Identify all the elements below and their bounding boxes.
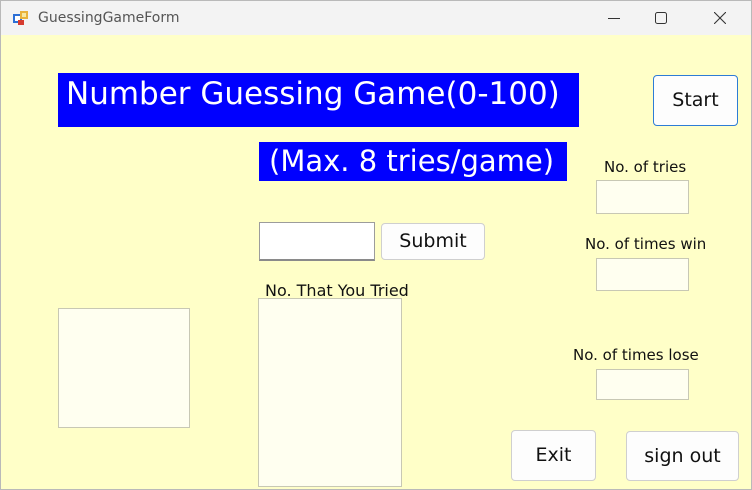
tries-count-box	[596, 180, 689, 214]
wins-label: No. of times win	[585, 235, 707, 253]
maximize-icon	[655, 12, 667, 24]
wins-count-box	[596, 258, 689, 291]
title-bar: GuessingGameForm	[1, 1, 751, 35]
minimize-button[interactable]	[591, 1, 637, 35]
close-button[interactable]	[697, 1, 743, 35]
game-subtitle: (Max. 8 tries/game)	[259, 142, 567, 181]
submit-button[interactable]: Submit	[381, 223, 485, 260]
loses-count-box	[596, 369, 689, 400]
game-title: Number Guessing Game(0-100)	[58, 73, 579, 127]
minimize-icon	[608, 18, 620, 19]
guess-input[interactable]	[259, 222, 375, 261]
guessing-game-window: GuessingGameForm Number Guessing Game(0-…	[0, 0, 752, 490]
maximize-button[interactable]	[638, 1, 684, 35]
exit-button[interactable]: Exit	[511, 430, 596, 481]
tries-label: No. of tries	[604, 158, 687, 176]
loses-label: No. of times lose	[573, 346, 699, 364]
close-icon	[714, 12, 726, 24]
tried-numbers-list	[258, 298, 402, 487]
form-client-area: Number Guessing Game(0-100) (Max. 8 trie…	[1, 35, 751, 489]
sign-out-button[interactable]: sign out	[626, 431, 739, 481]
hint-display-box	[58, 308, 190, 428]
start-button[interactable]: Start	[653, 75, 738, 126]
app-icon[interactable]	[12, 9, 30, 27]
window-title: GuessingGameForm	[38, 10, 180, 26]
